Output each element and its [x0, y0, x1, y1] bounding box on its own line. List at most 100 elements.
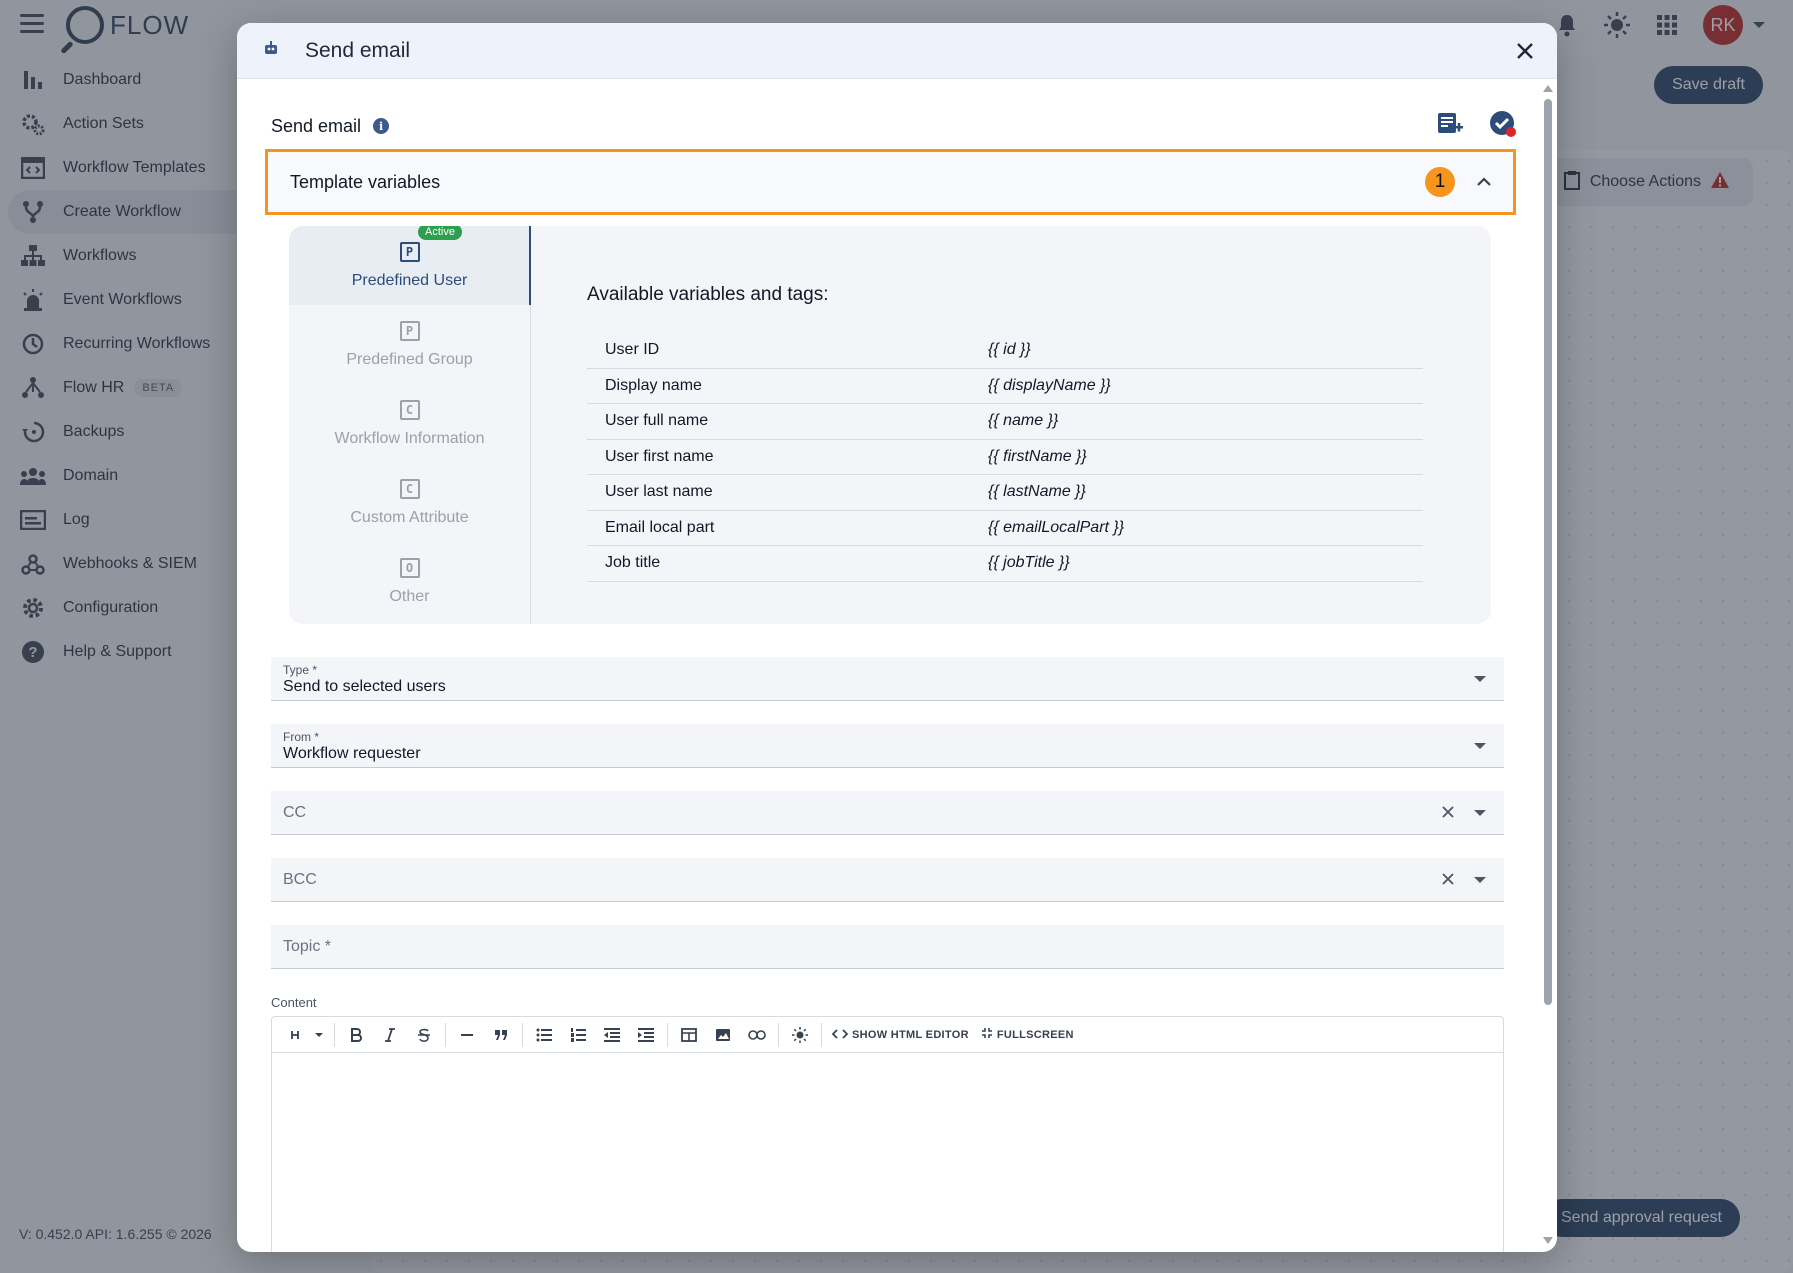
variables-area: Available variables and tags: User ID {{ … [531, 226, 1491, 624]
bold-icon[interactable] [339, 1021, 373, 1049]
strikethrough-icon[interactable] [407, 1021, 441, 1049]
variable-tag[interactable]: {{ name }} [988, 412, 1058, 430]
table-icon[interactable] [672, 1021, 706, 1049]
variable-name: Display name [605, 376, 702, 394]
predefined-icon: P [399, 241, 420, 262]
check-circle-icon[interactable] [1489, 110, 1517, 143]
template-variables-panel: Active P Predefined User P Predefined Gr… [289, 226, 1491, 624]
table-row[interactable]: User last name {{ lastName }} [587, 475, 1423, 511]
show-html-editor-button[interactable]: SHOW HTML EDITOR [826, 1021, 975, 1049]
variable-tag[interactable]: {{ displayName }} [988, 377, 1111, 395]
template-variables-title: Template variables [290, 171, 441, 192]
chevron-down-icon[interactable] [1474, 743, 1486, 749]
send-email-dialog: Send email Send email i Template variabl… [237, 23, 1557, 1252]
variable-category-tabs: Active P Predefined User P Predefined Gr… [289, 226, 531, 624]
numbered-list-icon[interactable] [561, 1021, 595, 1049]
tab-label: Workflow Information [334, 429, 485, 447]
available-variables-title: Available variables and tags: [587, 284, 829, 305]
section-title: Send email [271, 115, 362, 136]
italic-icon[interactable] [373, 1021, 407, 1049]
chevron-up-icon[interactable] [1469, 167, 1499, 197]
tab-other[interactable]: O Other [289, 542, 530, 621]
active-badge: Active [418, 226, 462, 240]
code-icon [831, 1027, 849, 1042]
table-row[interactable]: User first name {{ firstName }} [587, 440, 1423, 475]
topic-placeholder: Topic * [283, 938, 332, 955]
chevron-down-icon[interactable] [1474, 877, 1486, 883]
tab-label: Predefined User [351, 271, 468, 289]
indent-icon[interactable] [629, 1021, 663, 1049]
tab-label: Predefined Group [346, 350, 473, 368]
variable-name: User first name [605, 447, 714, 465]
table-row[interactable]: Email local part {{ emailLocalPart }} [587, 511, 1423, 546]
custom-icon: C [399, 478, 420, 499]
from-value: Workflow requester [283, 745, 421, 762]
toolbar-divider [522, 1022, 523, 1047]
chevron-down-icon[interactable] [1474, 676, 1486, 682]
type-select[interactable]: Type * Send to selected users [271, 657, 1504, 701]
section-header: Send email i [271, 106, 1517, 146]
other-icon: O [399, 557, 420, 578]
toolbar-divider [778, 1022, 779, 1047]
template-variables-header[interactable]: Template variables 1 [265, 149, 1516, 215]
bcc-field[interactable]: BCC [271, 858, 1504, 902]
dialog-title: Send email [305, 38, 411, 62]
heading-icon[interactable] [282, 1021, 308, 1049]
clear-icon[interactable] [1438, 869, 1458, 889]
content-editor[interactable]: SHOW HTML EDITOR FULLSCREEN [271, 1016, 1504, 1252]
quote-icon[interactable] [484, 1021, 518, 1049]
fullscreen-button[interactable]: FULLSCREEN [975, 1021, 1080, 1049]
variables-count-badge: 1 [1425, 167, 1455, 197]
table-row[interactable]: User ID {{ id }} [587, 333, 1423, 369]
link-icon[interactable] [740, 1021, 774, 1049]
tab-label: Other [389, 587, 430, 605]
tab-predefined-user[interactable]: Active P Predefined User [289, 226, 531, 305]
add-list-icon[interactable] [1437, 112, 1463, 141]
variable-name: User full name [605, 412, 709, 430]
tab-workflow-information[interactable]: C Workflow Information [289, 384, 530, 463]
table-row[interactable]: Display name {{ displayName }} [587, 369, 1423, 404]
chevron-down-icon[interactable] [308, 1021, 330, 1049]
variable-tag[interactable]: {{ emailLocalPart }} [988, 519, 1124, 537]
from-select[interactable]: From * Workflow requester [271, 724, 1504, 768]
chevron-down-icon[interactable] [1474, 810, 1486, 816]
toolbar-divider [334, 1022, 335, 1047]
info-icon[interactable]: i [373, 118, 390, 134]
variable-name: User last name [605, 483, 713, 501]
editor-toolbar: SHOW HTML EDITOR FULLSCREEN [272, 1017, 1503, 1053]
close-icon[interactable] [1511, 37, 1539, 65]
toolbar-divider [445, 1022, 446, 1047]
topic-input[interactable]: Topic * [271, 925, 1504, 969]
section-actions [1437, 110, 1517, 143]
type-label: Type * [283, 663, 318, 677]
variable-name: Email local part [605, 518, 715, 536]
table-row[interactable]: Job title {{ jobTitle }} [587, 546, 1423, 582]
type-value: Send to selected users [283, 678, 446, 695]
variables-table: User ID {{ id }} Display name {{ displayNa… [587, 333, 1423, 583]
cc-field[interactable]: CC [271, 791, 1504, 835]
variable-tag[interactable]: {{ id }} [988, 341, 1031, 359]
horizontal-rule-icon[interactable] [450, 1021, 484, 1049]
sun-icon[interactable] [783, 1021, 817, 1049]
fullscreen-label: FULLSCREEN [996, 1028, 1074, 1041]
clear-icon[interactable] [1438, 802, 1458, 822]
content-label: Content [271, 995, 317, 1010]
show-html-label: SHOW HTML EDITOR [852, 1028, 969, 1041]
toolbar-divider [821, 1022, 822, 1047]
cc-placeholder: CC [283, 804, 307, 821]
table-row[interactable]: User full name {{ name }} [587, 404, 1423, 440]
bcc-placeholder: BCC [283, 871, 317, 888]
image-icon[interactable] [706, 1021, 740, 1049]
fullscreen-icon [981, 1027, 993, 1042]
outdent-icon[interactable] [595, 1021, 629, 1049]
variable-tag[interactable]: {{ lastName }} [988, 483, 1086, 501]
custom-icon: C [399, 399, 420, 420]
variable-tag[interactable]: {{ jobTitle }} [988, 554, 1070, 572]
variable-name: User ID [605, 341, 660, 359]
toolbar-divider [667, 1022, 668, 1047]
tab-predefined-group[interactable]: P Predefined Group [289, 305, 530, 384]
tab-label: Custom Attribute [350, 508, 469, 526]
variable-tag[interactable]: {{ firstName }} [988, 448, 1087, 466]
tab-custom-attribute[interactable]: C Custom Attribute [289, 463, 530, 542]
bullet-list-icon[interactable] [527, 1021, 561, 1049]
